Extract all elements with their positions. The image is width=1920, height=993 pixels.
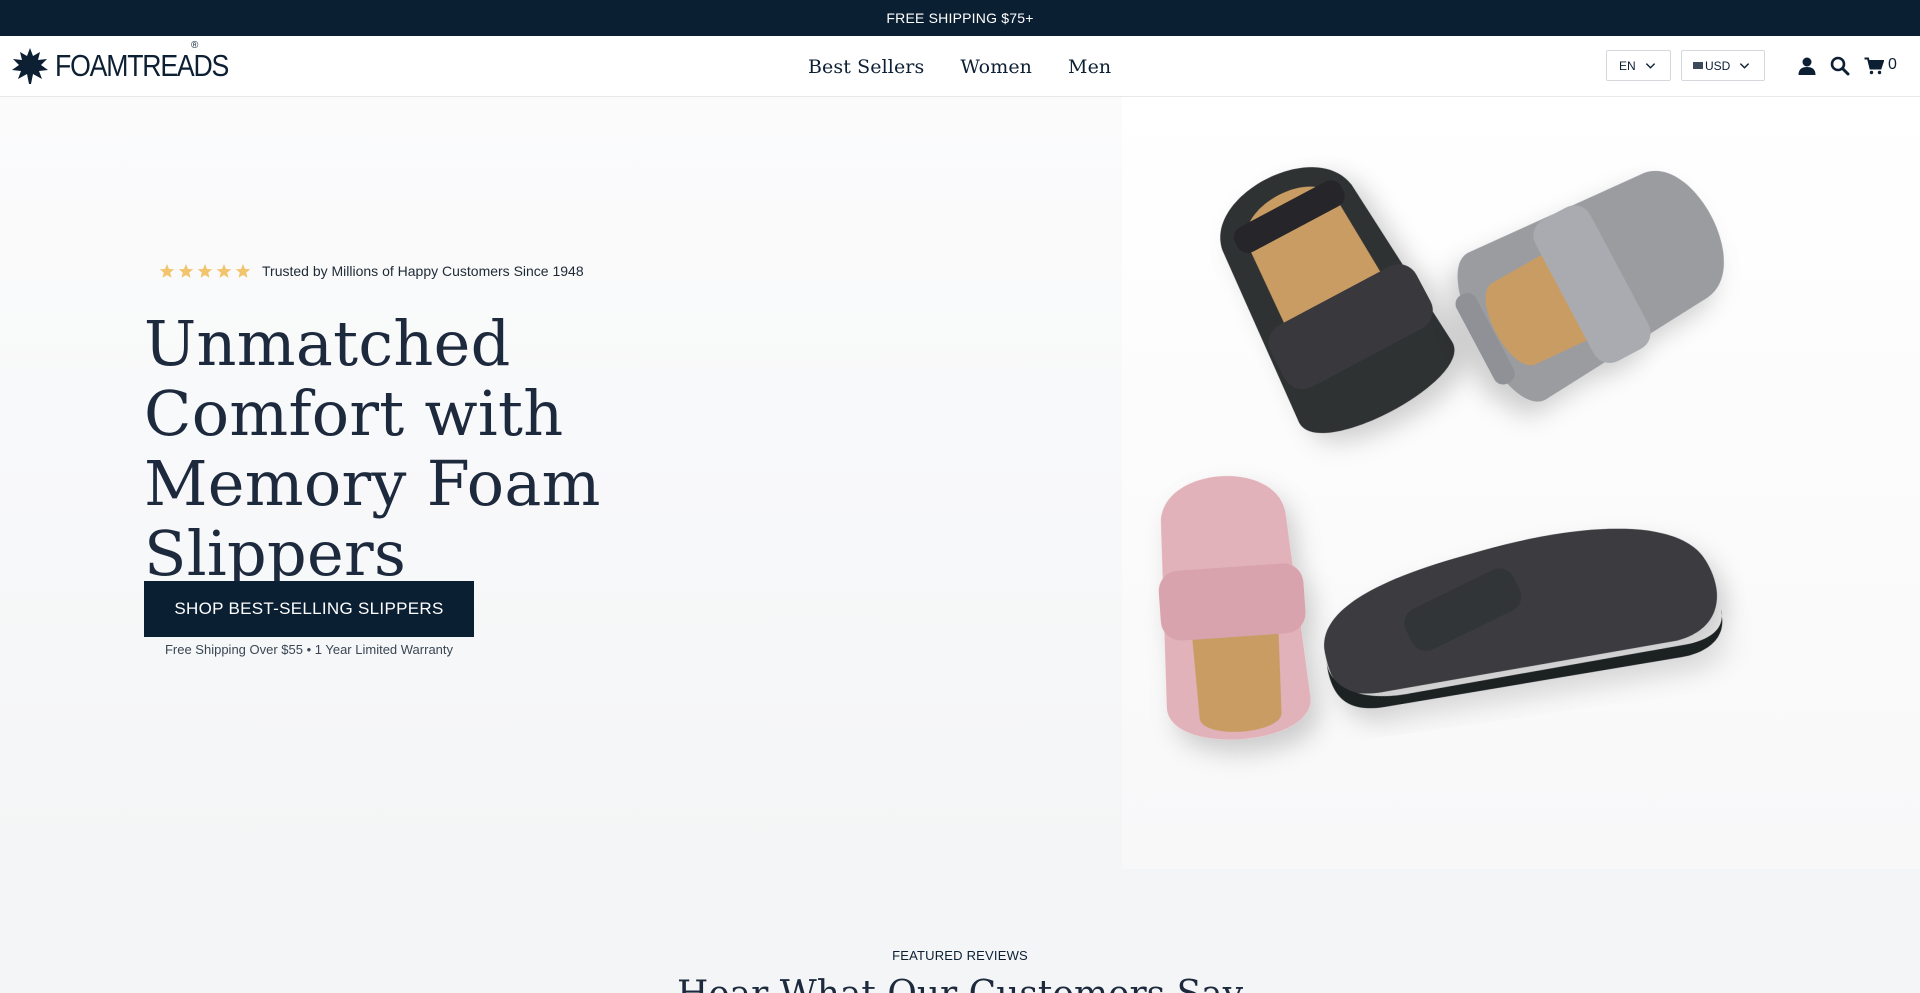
cart-icon [1864,57,1884,75]
hero-headline: Unmatched Comfort with Memory Foam Slipp… [144,307,601,590]
us-flag-icon [1693,62,1703,69]
chevron-down-icon [1740,63,1750,69]
language-selector[interactable]: EN [1606,50,1671,81]
cart-button[interactable] [1863,54,1885,78]
brand-name: FOAMTREADS [55,48,229,83]
nav-men[interactable]: Men [1068,56,1111,78]
site-header: FOAMTREADS ® Best Sellers Women Men EN U… [0,36,1920,97]
registered-mark: ® [191,40,199,51]
announcement-text: FREE SHIPPING $75+ [886,10,1034,26]
slippers-illustration [1158,167,1724,740]
language-value: EN [1619,58,1636,73]
search-icon [1830,56,1850,76]
brand-logo-link[interactable]: FOAMTREADS [10,44,256,88]
star-icon [216,264,232,278]
section-title: Hear What Our Customers Say [0,974,1920,993]
featured-reviews-section: FEATURED REVIEWS Hear What Our Customers… [0,869,1920,993]
rating-stars [159,263,254,279]
section-eyebrow: FEATURED REVIEWS [892,948,1028,963]
nav-women[interactable]: Women [960,56,1032,78]
star-icon [197,264,213,278]
cart-count[interactable]: 0 [1888,56,1897,74]
currency-selector[interactable]: USD [1681,50,1765,81]
main-nav: Best Sellers Women Men [808,36,1111,97]
search-button[interactable] [1828,54,1852,78]
announcement-bar: FREE SHIPPING $75+ [0,0,1920,36]
shop-best-selling-slippers-button[interactable]: SHOP BEST-SELLING SLIPPERS [144,581,474,637]
star-icon [159,264,175,278]
account-button[interactable] [1795,54,1819,78]
star-icon [235,264,251,278]
account-icon [1798,57,1816,75]
maple-leaf-logo-icon [12,48,48,84]
star-icon [178,264,194,278]
trust-bar: Trusted by Millions of Happy Customers S… [159,263,584,279]
cta-subtext: Free Shipping Over $55 • 1 Year Limited … [164,642,454,657]
hero-slippers-image [1122,97,1920,869]
chevron-down-icon [1645,63,1655,69]
currency-value: USD [1705,58,1731,73]
hero-section: Trusted by Millions of Happy Customers S… [0,97,1920,869]
nav-best-sellers[interactable]: Best Sellers [808,56,924,78]
trust-text: Trusted by Millions of Happy Customers S… [262,263,584,279]
